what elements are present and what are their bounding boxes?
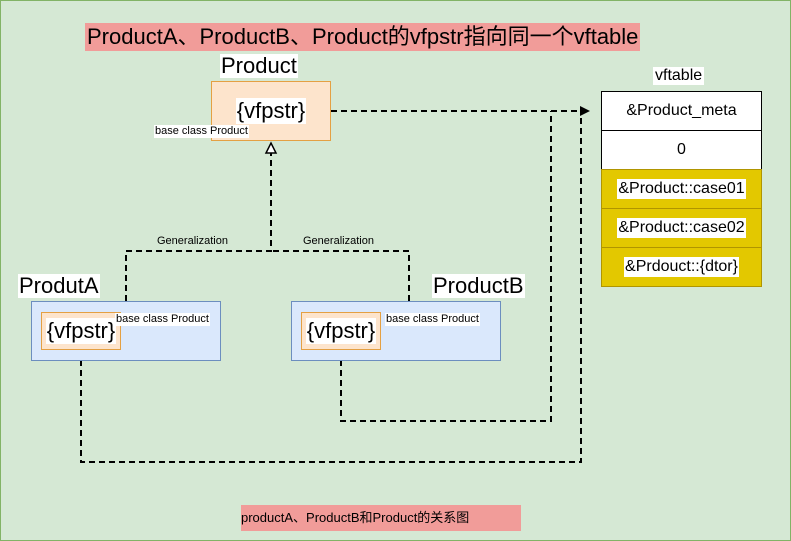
class-name-product-b: ProductB xyxy=(432,273,525,298)
generalization-label-left: Generalization xyxy=(157,235,228,247)
generalization-label-right: Generalization xyxy=(303,235,374,247)
gen-edge-product-a xyxy=(125,153,272,301)
vfptr-product-b-label: {vfpstr} xyxy=(305,318,377,344)
generalization-edges xyxy=(125,153,410,301)
class-name-product-a: ProdutA xyxy=(18,273,100,298)
diagram-canvas: ProductA、ProductB、Product的vfpstr指向同一个vft… xyxy=(0,0,791,541)
vfptr-product-a-label: {vfpstr} xyxy=(45,318,117,344)
vftable-title: vftable xyxy=(653,67,705,85)
pointer-product-b xyxy=(340,111,552,422)
base-label-product-b: base class Product xyxy=(385,313,480,326)
base-label-product-a: base class Product xyxy=(115,313,210,326)
diagram-caption: productA、ProductB和Product的关系图 xyxy=(241,505,521,531)
vfptr-product-label: {vfpstr} xyxy=(235,98,307,124)
vfptr-product-a: {vfpstr} xyxy=(41,312,121,350)
vftable: &Product_meta 0 &Product::case01 &Produc… xyxy=(601,91,762,287)
gen-edge-product-b xyxy=(271,250,410,301)
vfptr-product: {vfpstr} xyxy=(231,93,311,129)
vftable-row-case01: &Product::case01 xyxy=(601,169,762,209)
vfptr-product-b: {vfpstr} xyxy=(301,312,381,350)
base-label-product: base class Product xyxy=(154,125,249,138)
vftable-row-meta: &Product_meta xyxy=(601,91,762,131)
diagram-title: ProductA、ProductB、Product的vfpstr指向同一个vft… xyxy=(85,23,641,51)
vftable-row-dtor: &Prdouct::{dtor} xyxy=(601,247,762,287)
gen-arrowhead xyxy=(264,141,278,154)
vftable-row-case02: &Product::case02 xyxy=(601,208,762,248)
class-name-product: Product xyxy=(220,53,298,78)
vftable-row-offset: 0 xyxy=(601,130,762,170)
